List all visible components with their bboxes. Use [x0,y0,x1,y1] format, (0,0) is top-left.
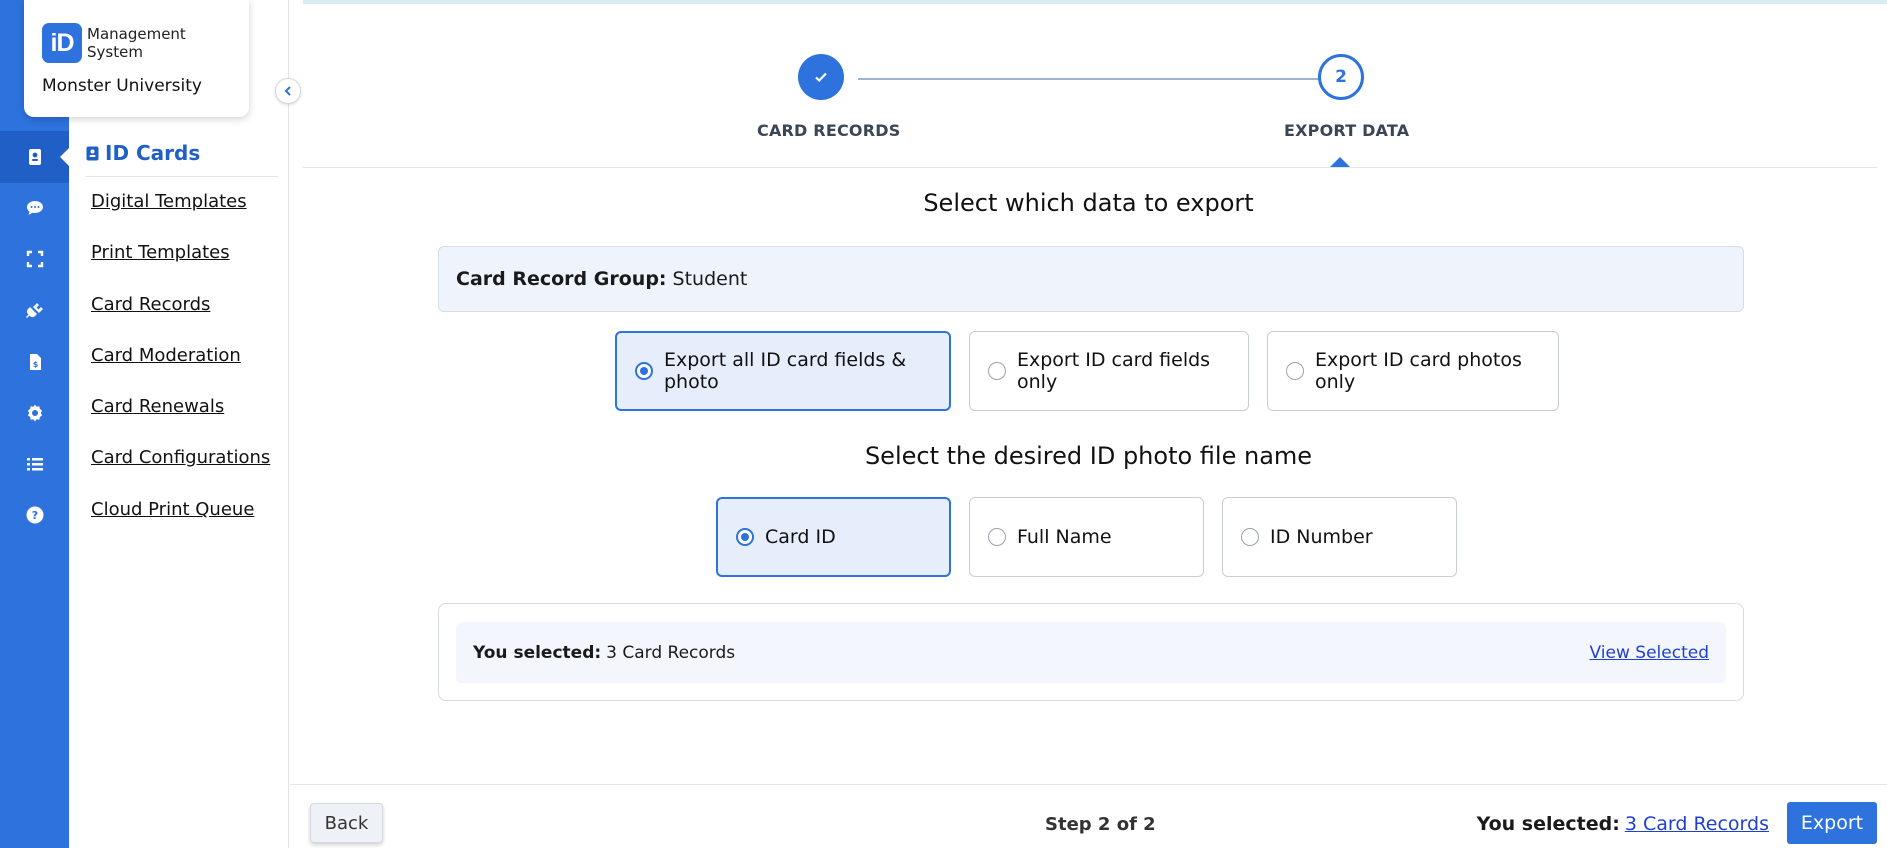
footer-selected-label: You selected: [1476,813,1620,835]
list-icon [26,458,43,471]
export-option-photos-only[interactable]: Export ID card photos only [1267,331,1559,411]
icon-rail: $ ? [0,0,69,848]
option-label: Export all ID card fields & photo [664,349,907,393]
gear-icon [27,404,42,422]
brand-card: iD Management System Monster University [24,0,249,117]
view-selected-link[interactable]: View Selected [1590,643,1709,663]
main-content: 2 CARD RECORDS EXPORT DATA Select which … [290,0,1887,848]
active-step-pointer [1330,157,1350,167]
export-button[interactable]: Export [1787,802,1877,844]
rail-help[interactable]: ? [0,489,69,541]
rail-billing[interactable]: $ [0,336,69,388]
section-sidebar [69,0,289,848]
collapse-sidebar-button[interactable] [275,78,301,104]
option-label: ID Number [1270,526,1373,548]
step-connector [858,78,1358,80]
step-1-label: CARD RECORDS [757,121,901,140]
sidebar-item-card-moderation[interactable]: Card Moderation [91,345,241,366]
checkmark-icon [815,72,827,83]
footer-selection: You selected: 3 Card Records [1477,813,1769,835]
rail-integrations[interactable] [0,285,69,337]
svg-text:?: ? [31,509,37,522]
group-label: Card Record Group: [456,268,667,290]
section-title-text: ID Cards [105,141,201,165]
export-option-fields-only[interactable]: Export ID card fields only [969,331,1249,411]
invoice-icon: $ [29,354,41,370]
selection-summary-inner: You selected: 3 Card Records View Selecte… [456,622,1726,683]
radio-icon [1286,362,1304,380]
selection-summary: You selected: 3 Card Records View Selecte… [438,603,1744,701]
export-option-all[interactable]: Export all ID card fields & photo [615,331,951,411]
filename-section-title: Select the desired ID photo file name [864,442,1313,470]
filename-option-card-id[interactable]: Card ID [716,497,951,577]
option-label: Export ID card photos only [1315,349,1522,393]
step-2-indicator: 2 [1318,54,1364,100]
section-title: ID Cards [86,141,200,165]
radio-icon [635,362,653,380]
rail-messages[interactable] [0,182,69,234]
step-2-label: EXPORT DATA [1284,121,1410,140]
radio-icon [988,362,1006,380]
sidebar-item-card-configurations[interactable]: Card Configurations [91,447,270,468]
card-record-group: Card Record Group: Student [438,246,1744,312]
option-label: Full Name [1017,526,1112,548]
scan-frame-icon [26,250,43,268]
sidebar-item-card-renewals[interactable]: Card Renewals [91,396,224,417]
sidebar-item-card-records[interactable]: Card Records [91,294,210,315]
wizard-footer: Back Step 2 of 2 You selected: 3 Card Rec… [290,784,1887,848]
sidebar-item-print-templates[interactable]: Print Templates [91,242,230,263]
help-icon: ? [26,506,43,524]
chat-icon [26,201,43,215]
app-root: $ ? iD Management System Monster Univers… [0,0,1887,848]
export-section-title: Select which data to export [923,189,1254,217]
plug-icon [25,303,43,318]
option-label: Export ID card fields only [1017,349,1211,393]
summary-label: You selected: [473,642,602,663]
radio-icon [988,528,1006,546]
back-button[interactable]: Back [310,803,383,843]
product-name-line1: Management [87,25,186,43]
step-1-indicator [798,54,844,100]
rail-scan[interactable] [0,233,69,285]
sidebar-divider [86,176,278,177]
chevron-left-icon [284,86,291,96]
selection-summary-text: You selected: 3 Card Records [473,643,735,663]
step-counter: Step 2 of 2 [1045,814,1156,835]
id-card-icon [28,149,41,165]
export-stepper: 2 CARD RECORDS EXPORT DATA [303,0,1877,168]
sidebar-item-digital-templates[interactable]: Digital Templates [91,191,247,212]
summary-value: 3 Card Records [606,642,736,663]
group-value: Student [672,268,748,290]
id-card-icon [86,146,99,160]
product-name-line2: System [87,43,143,61]
svg-text:$: $ [32,360,38,369]
brand-logo: iD [42,23,82,63]
filename-option-full-name[interactable]: Full Name [969,497,1204,577]
rail-id-cards[interactable] [0,131,69,183]
product-name: Management System [87,25,186,61]
radio-icon [1241,528,1259,546]
rail-lists[interactable] [0,438,69,490]
footer-selected-link[interactable]: 3 Card Records [1625,813,1769,835]
option-label: Card ID [765,526,836,548]
organization-name: Monster University [42,76,202,96]
sidebar-item-cloud-print-queue[interactable]: Cloud Print Queue [91,499,254,520]
filename-option-id-number[interactable]: ID Number [1222,497,1457,577]
radio-icon [736,528,754,546]
rail-settings[interactable] [0,387,69,439]
